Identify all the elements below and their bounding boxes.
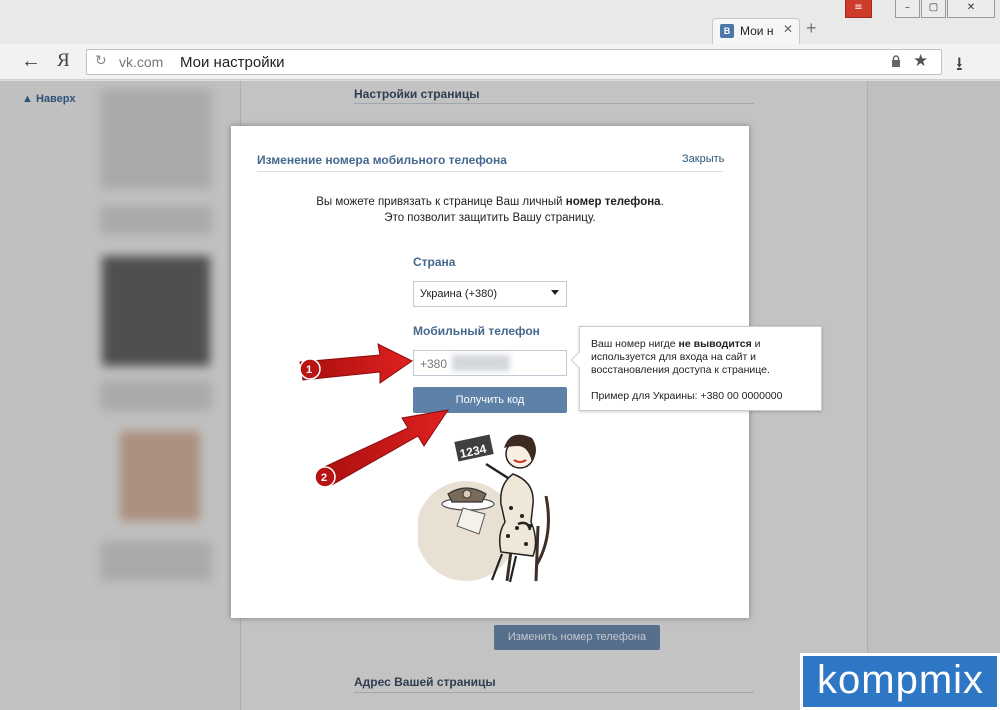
tooltip-text-part1: Ваш номер нигде (591, 338, 679, 350)
tooltip-text-bold: не выводится (678, 338, 752, 350)
phone-hint-tooltip: Ваш номер нигде не выводится и используе… (570, 326, 822, 411)
download-icon[interactable]: ⭳ (956, 50, 963, 82)
intro-text-line2: Это позволит защитить Вашу страницу. (384, 212, 596, 224)
phone-input[interactable]: +380 (413, 350, 567, 376)
intro-text-bold: номер телефона (565, 196, 661, 208)
tooltip-text: Ваш номер нигде не выводится и используе… (591, 338, 813, 377)
url-page-title: Мои настройки (180, 54, 285, 71)
yandex-logo-icon[interactable]: Я (57, 50, 70, 72)
tab-title: Мои н (740, 24, 774, 38)
vk-favicon-icon: В (720, 24, 734, 38)
phone-illustration: 1234 (418, 434, 550, 583)
country-select-value: Украина (+380) (420, 288, 498, 300)
browser-menu-button[interactable]: ≡ (845, 0, 872, 18)
dialog-intro-text: Вы можете привязать к странице Ваш личны… (231, 194, 749, 226)
new-tab-button[interactable]: + (806, 18, 817, 39)
close-window-button[interactable]: ✕ (947, 0, 995, 18)
phone-input-value: +380 (420, 357, 448, 371)
dropdown-arrow-icon (551, 290, 559, 295)
blurred-phone-digits (452, 355, 510, 371)
maximize-button[interactable]: ▢ (921, 0, 946, 18)
watermark-text: kompmix (817, 658, 985, 702)
phone-label: Мобильный телефон (413, 324, 540, 338)
tooltip-example: Пример для Украины: +380 00 0000000 (591, 390, 783, 402)
get-code-button[interactable]: Получить код (413, 387, 567, 413)
back-arrow-icon[interactable]: ← (21, 50, 41, 73)
browser-toolbar: ← Я ↻ vk.com Мои настройки ★ ⭳ (0, 44, 1000, 80)
minimize-button[interactable]: – (895, 0, 920, 18)
dialog-close-link[interactable]: Закрыть (682, 153, 724, 165)
url-domain: vk.com (119, 54, 164, 70)
country-select[interactable]: Украина (+380) (413, 281, 567, 307)
intro-text-part2: . (660, 196, 664, 208)
tab-close-icon[interactable]: ✕ (783, 22, 793, 36)
browser-tab-bar: В Мои н ✕ + ≡ – ▢ ✕ (0, 0, 1000, 44)
address-bar[interactable]: ↻ vk.com Мои настройки ★ (86, 49, 942, 75)
bookmark-star-icon[interactable]: ★ (913, 51, 928, 71)
reload-icon[interactable]: ↻ (95, 53, 107, 69)
browser-tab[interactable]: В Мои н ✕ (712, 18, 800, 44)
kompmix-watermark: kompmix (800, 653, 1000, 710)
lock-icon[interactable] (891, 55, 901, 67)
dialog-divider (257, 171, 723, 172)
dialog-title: Изменение номера мобильного телефона (257, 153, 507, 167)
intro-text-part1: Вы можете привязать к странице Ваш личны… (316, 196, 566, 208)
country-label: Страна (413, 255, 456, 269)
